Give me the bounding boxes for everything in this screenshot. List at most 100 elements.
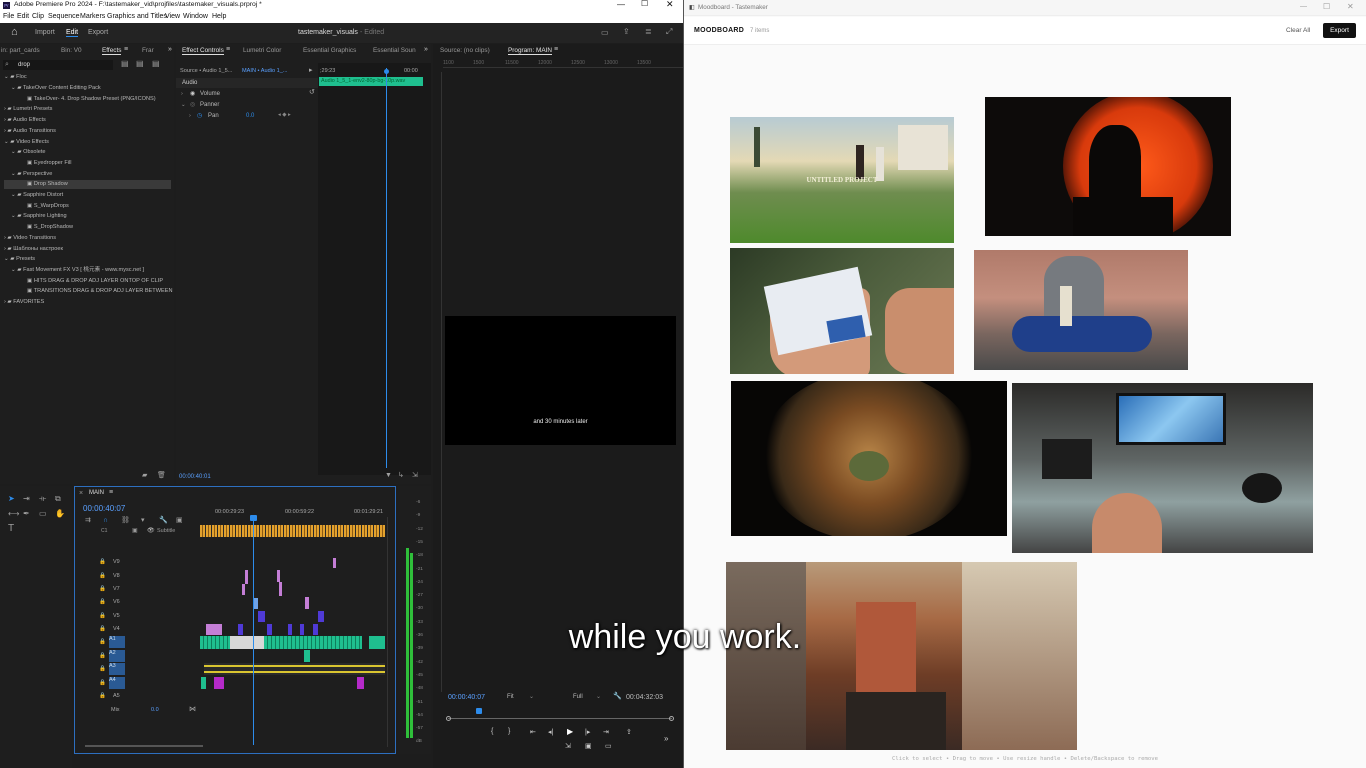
more-buttons-icon[interactable]: » [664,734,668,743]
audio-clip-a1-selected[interactable] [230,636,264,649]
maximize-icon[interactable]: ☐ [1323,2,1330,11]
tree-item[interactable]: ▣ HITS DRAG & DROP ADJ LAYER ONTOP OF CL… [27,277,163,286]
program-video-frame[interactable]: and 30 minutes later [445,316,676,445]
snap-icon[interactable]: ∩ [103,517,108,524]
tree-item[interactable]: › ▰ Шаблоны настроек [4,245,63,254]
go-to-in-icon[interactable]: ⇤ [530,728,536,736]
track-label-a2[interactable]: A2 [109,650,125,662]
effects-menu-icon[interactable]: ≡ [124,46,128,53]
ec-source-label[interactable]: Source • Audio 1_5... [180,68,232,74]
tab-project[interactable]: in: part_cards [1,47,40,54]
tab-effects[interactable]: Effects [102,47,122,55]
lock-icon[interactable]: 🔒 [99,559,106,565]
timeline-ruler[interactable]: 00:00:29:23 00:00:59:22 00:01:29:21 [200,507,385,519]
tree-item[interactable]: ▣ Eyedropper Fill [27,159,71,168]
export-frame-icon[interactable]: ▣ [585,742,592,750]
lock-icon[interactable]: 🔒 [99,599,106,605]
share-icon[interactable]: ⇪ [623,28,630,36]
video-clip[interactable] [238,624,243,635]
eye-icon[interactable]: 👁 [147,527,155,534]
ec-volume-label[interactable]: Volume [200,91,220,97]
video-clip[interactable] [242,584,245,595]
tab-effect-controls[interactable]: Effect Controls [182,47,224,55]
moodboard-image-fisheye-room[interactable] [731,381,1007,536]
ec-sequence-label[interactable]: MAIN • Audio 1_... [242,68,288,74]
close-icon[interactable]: ✕ [1347,2,1354,11]
export-button[interactable]: Export [1323,23,1356,38]
accelerated-filter-icon[interactable]: ▤ [121,60,129,68]
audio-clip-a4[interactable] [214,677,224,689]
extract-icon[interactable]: ⇲ [565,742,571,750]
fx-toggle-icon[interactable]: ◉ [190,90,195,97]
video-clip[interactable] [313,624,318,635]
audio-clip-a3[interactable] [204,663,385,675]
rectangle-tool-icon[interactable]: ▭ [39,510,47,518]
import-tab[interactable]: Import [35,29,55,36]
audio-clip-a1[interactable] [200,636,362,649]
zoom-select[interactable]: Fit [507,694,514,700]
more-panels-icon[interactable]: » [168,46,172,53]
lift-icon[interactable]: ⇪ [626,728,632,736]
new-bin-icon[interactable]: ▰ [142,472,147,479]
menu-graphics[interactable]: Graphics and Titles [107,13,167,20]
mark-in-icon[interactable]: { [491,728,493,735]
effects-search-field[interactable]: ⌕ drop [3,60,113,70]
caret-closed-icon[interactable]: › [181,91,183,97]
ec-panner-label[interactable]: Panner [200,102,219,108]
lock-icon[interactable]: 🔒 [99,653,106,659]
video-clip[interactable] [258,611,265,622]
timeline-vscroll[interactable] [387,517,395,747]
pen-tool-icon[interactable]: ✒ [23,510,30,518]
tree-item[interactable]: ⌄ ▰ Sapphire Distort [11,191,63,200]
caret-open-icon[interactable]: ⌄ [181,102,186,108]
video-clip[interactable] [245,570,248,584]
tab-lumetri[interactable]: Lumetri Color [243,47,281,54]
ec-audio-clip[interactable]: Audio 1_5_1-env2-80p-bg-10p.wav [319,77,423,86]
keyframe-nav-icon[interactable]: ◂ ◆ ▸ [278,112,291,118]
track-label-a1[interactable]: A1 [109,636,125,648]
tree-item[interactable]: ⌄ ▰ Sapphire Lighting [11,212,67,221]
tree-item[interactable]: ⌄ ▰ TakeOver Content Editing Pack [11,84,101,93]
fullscreen-icon[interactable]: ⤢ [666,28,672,36]
menu-sequence[interactable]: Sequence [48,13,80,20]
moodboard-image-desk-setup[interactable] [1012,383,1313,553]
video-clip[interactable] [254,598,258,609]
track-label-a3[interactable]: A3 [109,663,125,675]
play-only-icon[interactable]: ▸ [309,66,313,74]
video-clip[interactable] [206,624,222,635]
video-clip[interactable] [300,624,304,635]
track-select-tool-icon[interactable]: ⇥ [23,495,30,503]
ec-pan-value[interactable]: 0.0 [246,113,254,119]
hand-tool-icon[interactable]: ✋ [55,510,65,518]
tree-item[interactable]: ⌄ ▰ Perspective [11,170,52,179]
lock-icon[interactable]: 🔒 [99,639,106,645]
resolution-select[interactable]: Full [573,694,583,700]
ec-playhead-handle[interactable] [384,69,389,74]
tab-frame[interactable]: Frar [142,47,154,54]
reset-icon[interactable]: ↺ [309,88,315,96]
stopwatch-icon[interactable]: ◷ [197,112,202,119]
panels-icon[interactable]: ≣ [645,28,652,36]
program-playhead[interactable] [476,708,482,714]
timeline-playhead-handle[interactable] [250,515,257,521]
video-clip[interactable] [277,570,280,582]
close-icon[interactable]: × [79,490,83,497]
lock-icon[interactable]: 🔒 [99,680,106,686]
home-icon[interactable]: ⌂ [11,27,18,38]
tree-item[interactable]: ⌄ ▰ Fast Movement FX V3 [ 桃元素 - www.mysc… [11,266,144,275]
audio-clip-a4[interactable] [201,677,206,689]
video-clip[interactable] [318,611,324,622]
tree-item[interactable]: › ▰ FAVORITES [4,298,44,307]
ec-menu-icon[interactable]: ≡ [226,46,230,53]
program-timecode[interactable]: 00:00:40:07 [448,694,485,701]
lock-icon[interactable]: 🔒 [99,586,106,592]
tree-item[interactable]: › ▰ Video Transitions [4,234,56,243]
scrub-out-handle[interactable] [669,716,674,721]
export-tab[interactable]: Export [88,29,108,36]
filter-icon[interactable]: ▼ [385,472,392,479]
audio-clip-a2[interactable] [304,650,310,662]
comparison-view-icon[interactable]: ▭ [605,742,612,750]
settings-icon[interactable]: ⇲ [412,472,418,479]
add-marker-icon[interactable]: ▾ [141,517,145,524]
mark-out-icon[interactable]: } [508,728,510,735]
